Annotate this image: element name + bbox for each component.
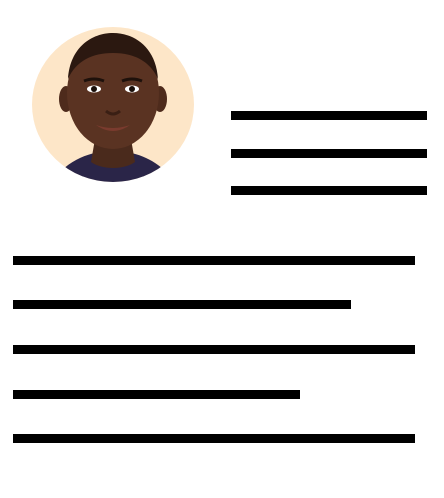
body-line-2 bbox=[13, 300, 351, 309]
avatar-portrait-icon bbox=[32, 27, 194, 182]
body-line-4 bbox=[13, 390, 300, 399]
header-line-3 bbox=[231, 186, 427, 195]
body-line-3 bbox=[13, 345, 415, 354]
avatar bbox=[32, 27, 194, 182]
body-line-5 bbox=[13, 434, 415, 443]
body-line-1 bbox=[13, 256, 415, 265]
header-line-2 bbox=[231, 149, 427, 158]
header-line-1 bbox=[231, 111, 427, 120]
